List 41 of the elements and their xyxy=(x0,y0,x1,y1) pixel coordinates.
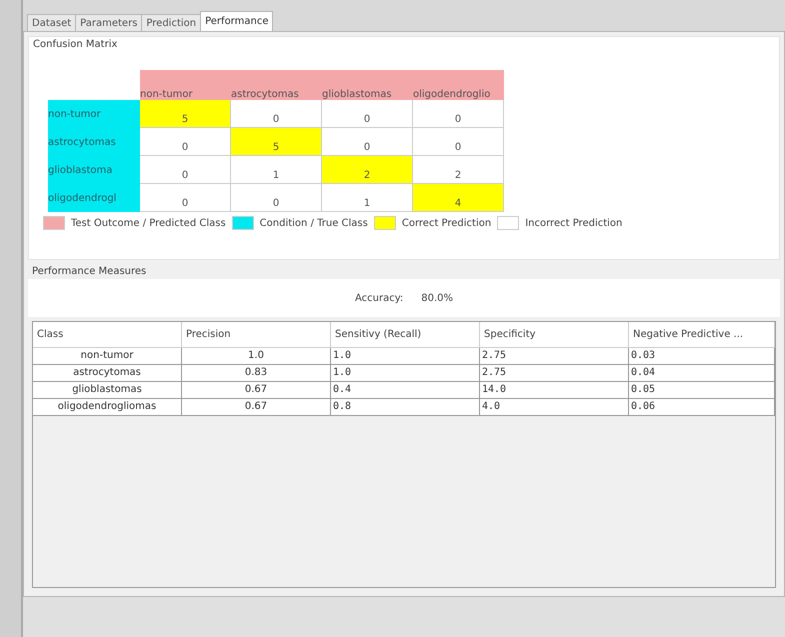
matrix-cell: 0 xyxy=(322,128,413,156)
matrix-cell: 0 xyxy=(140,128,231,156)
accuracy-value: 80.0% xyxy=(421,292,454,304)
table-cell: 0.8 xyxy=(331,399,480,416)
group-title: Performance Measures xyxy=(31,265,148,279)
matrix-cell: 4 xyxy=(413,184,504,212)
matrix-cell: 0 xyxy=(231,184,322,212)
column-header: astrocytomas xyxy=(231,70,322,100)
column-header: non-tumor xyxy=(140,70,231,100)
column-header: oligodendroglio xyxy=(413,70,504,100)
row-header: astrocytomas xyxy=(48,128,140,156)
matrix-cell: 0 xyxy=(140,156,231,184)
table-cell: 4.0 xyxy=(480,399,629,416)
matrix-cell: 5 xyxy=(231,128,322,156)
column-header: glioblastomas xyxy=(322,70,413,100)
group-title: Confusion Matrix xyxy=(32,38,118,52)
row-header: oligodendrogl xyxy=(48,184,140,212)
tab[interactable]: Performance xyxy=(200,11,274,31)
matrix-cell: 0 xyxy=(413,100,504,128)
matrix-cell: 0 xyxy=(140,184,231,212)
matrix-cell: 0 xyxy=(413,128,504,156)
row-header: non-tumor xyxy=(48,100,140,128)
matrix-cell: 2 xyxy=(322,156,413,184)
accuracy-label: Accuracy: xyxy=(354,292,404,304)
matrix-cell: 1 xyxy=(322,184,413,212)
table-cell: oligodendrogliomas xyxy=(33,399,182,416)
tab[interactable]: Prediction xyxy=(141,14,202,31)
legend-label: Correct Prediction xyxy=(402,218,492,228)
matrix-cell: 1 xyxy=(231,156,322,184)
tab[interactable]: Parameters xyxy=(75,14,142,31)
legend-label: Test Outcome / Predicted Class xyxy=(71,218,226,228)
row-header: glioblastoma xyxy=(48,156,140,184)
table-cell: 0.67 xyxy=(182,399,331,416)
table-cell: 0.06 xyxy=(629,399,775,416)
matrix-cell: 5 xyxy=(140,100,231,128)
matrix-cell: 0 xyxy=(322,100,413,128)
matrix-cell: 0 xyxy=(231,100,322,128)
tab[interactable]: Dataset xyxy=(27,14,76,31)
legend-label: Incorrect Prediction xyxy=(525,218,622,228)
matrix-cell: 2 xyxy=(413,156,504,184)
legend-label: Condition / True Class xyxy=(260,218,368,228)
